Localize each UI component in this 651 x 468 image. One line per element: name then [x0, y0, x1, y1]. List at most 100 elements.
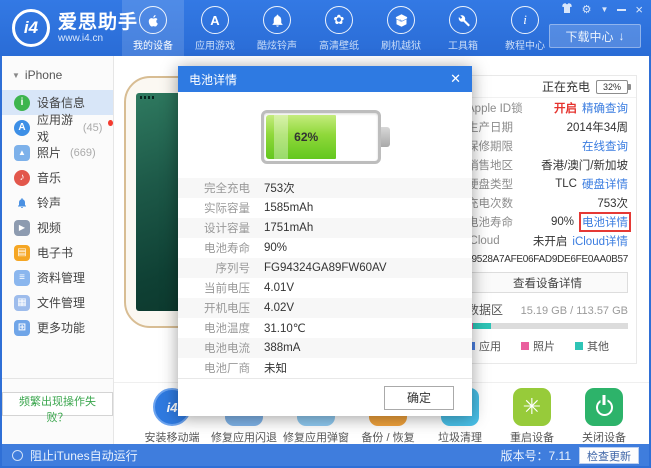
status-bar: 阻止iTunes自动运行 版本号：7.11 检查更新	[2, 444, 649, 466]
photo-icon: ▲	[14, 145, 30, 161]
stat-row-manufacturer: 电池厂商未知	[178, 358, 472, 378]
music-note-icon: ♪	[14, 170, 30, 186]
view-device-details-button[interactable]: 查看设备详情	[467, 272, 628, 293]
operation-failure-help-button[interactable]: 频繁出现操作失败？	[2, 392, 113, 416]
nav-tutorials[interactable]: i 教程中心	[494, 0, 556, 56]
info-icon: i	[511, 6, 539, 34]
stat-row-full-charge: 完全充电753次	[178, 178, 472, 198]
reboot-icon: ✳	[513, 388, 551, 426]
menu-icon[interactable]: ▼	[600, 3, 608, 17]
stat-row-battery-life: 电池寿命90%	[178, 238, 472, 258]
check-update-button[interactable]: 检查更新	[579, 447, 639, 464]
appstore-icon: A	[201, 6, 229, 34]
appstore-icon: A	[14, 120, 30, 136]
nav-ringtones[interactable]: 酷炫铃声	[246, 0, 308, 56]
battery-detail-link[interactable]: 电池详情	[579, 212, 631, 232]
apple-icon	[139, 6, 167, 34]
stat-row-temperature: 电池温度31.10℃	[178, 318, 472, 338]
skin-icon[interactable]	[561, 2, 573, 18]
stat-row-serial-number: 序列号FG94324GA89FW60AV	[178, 258, 472, 278]
battery-graphic: 62%	[178, 92, 472, 174]
info-row-charge-count: 充电次数 753次	[459, 193, 636, 212]
dialog-titlebar[interactable]: 电池详情 ✕	[178, 66, 472, 92]
info-row-production-date: 生产日期 2014年34周	[459, 117, 636, 136]
settings-gear-icon[interactable]: ⚙	[582, 3, 592, 17]
storage-bar	[467, 323, 628, 329]
storage-usage: 15.19 GB / 113.57 GB	[521, 305, 628, 317]
sidebar-item-music[interactable]: ♪ 音乐	[2, 165, 113, 190]
warranty-query-link[interactable]: 在线查询	[582, 138, 628, 154]
notification-dot	[108, 120, 113, 126]
info-row-icloud: iCloud 未开启 iCloud详情	[459, 231, 636, 250]
sidebar-item-ebooks[interactable]: ▤ 电子书	[2, 240, 113, 265]
sidebar-item-data-management[interactable]: ≡ 资料管理	[2, 265, 113, 290]
block-itunes-radio[interactable]	[12, 450, 23, 461]
info-row-udid: 39528A7AFE06FAD9DE6FE0AA0B57	[459, 250, 636, 269]
sidebar-footer: 频繁出现操作失败？	[2, 378, 113, 444]
sidebar-item-ringtones[interactable]: 铃声	[2, 190, 113, 215]
grid-icon: ⊞	[14, 320, 30, 336]
action-power-off-device[interactable]: 关闭设备	[568, 388, 640, 444]
app-logo: i4 爱思助手 www.i4.cn	[12, 9, 138, 47]
info-row-battery-life: 电池寿命 90% 电池详情	[459, 212, 636, 231]
data-card-icon: ≡	[14, 270, 30, 286]
stat-row-boot-voltage: 开机电压4.02V	[178, 298, 472, 318]
battery-terminal	[381, 127, 390, 147]
chevron-down-icon: ▼	[12, 71, 20, 80]
appleid-query-link[interactable]: 精确查询	[582, 100, 628, 116]
storage-segment-other	[473, 323, 491, 329]
stat-row-actual-capacity: 实际容量1585mAh	[178, 198, 472, 218]
dialog-footer: 确定	[178, 378, 472, 416]
bell-icon	[14, 195, 30, 211]
sidebar-item-photos[interactable]: ▲ 照片 (669)	[2, 140, 113, 165]
ok-button[interactable]: 确定	[384, 386, 454, 410]
action-reboot-device[interactable]: ✳ 重启设备	[496, 388, 568, 444]
flower-icon: ✿	[325, 6, 353, 34]
info-row-warranty: 保修期限 在线查询	[459, 136, 636, 155]
sidebar-item-more-features[interactable]: ⊞ 更多功能	[2, 315, 113, 340]
battery-level-icon: 32%	[596, 80, 628, 94]
download-center-button[interactable]: 下载中心 ↓	[549, 24, 641, 48]
storage-legend: 应用 照片 其他	[467, 338, 628, 354]
nav-apps-games[interactable]: A 应用游戏	[184, 0, 246, 56]
book-icon: ▤	[14, 245, 30, 261]
device-info-panel: 正在充电 32% Apple ID锁 开启 精确查询 生产日期 2014年34周…	[458, 75, 637, 364]
stat-row-current: 电池电流388mA	[178, 338, 472, 358]
battery-body: 62%	[261, 110, 381, 164]
nav-flash-jailbreak[interactable]: 刷机越狱	[370, 0, 432, 56]
sidebar-item-videos[interactable]: ▶ 视频	[2, 215, 113, 240]
app-window: i4 爱思助手 www.i4.cn 我的设备 A 应用游戏 酷炫铃声	[0, 0, 651, 468]
battery-percent-label: 62%	[294, 130, 318, 144]
jailbreak-box-icon	[387, 6, 415, 34]
device-info-icon: i	[14, 95, 30, 111]
nav-toolbox[interactable]: 工具箱	[432, 0, 494, 56]
sidebar-item-file-management[interactable]: ▦ 文件管理	[2, 290, 113, 315]
storage-label: 数据区	[467, 301, 503, 318]
minimize-icon[interactable]	[617, 3, 626, 17]
top-navbar: i4 爱思助手 www.i4.cn 我的设备 A 应用游戏 酷炫铃声	[0, 0, 651, 56]
dialog-close-icon[interactable]: ✕	[450, 71, 461, 87]
file-icon: ▦	[14, 295, 30, 311]
i4-logo-icon: i4	[12, 9, 50, 47]
bell-icon	[263, 6, 291, 34]
iphone-status-dots	[140, 96, 156, 99]
nav-my-device[interactable]: 我的设备	[122, 0, 184, 56]
sidebar: ▼ iPhone i 设备信息 A 应用游戏 (45) ▲ 照片 (669) ♪…	[2, 56, 114, 444]
icloud-detail-link[interactable]: iCloud详情	[572, 233, 628, 249]
version-label: 版本号：7.11	[501, 447, 571, 464]
dialog-title: 电池详情	[189, 71, 237, 88]
sidebar-item-apps-games[interactable]: A 应用游戏 (45)	[2, 115, 113, 140]
disk-detail-link[interactable]: 硬盘详情	[582, 176, 628, 192]
storage-section: 数据区 15.19 GB / 113.57 GB 应用 照片 其他	[459, 297, 636, 363]
block-itunes-label: 阻止iTunes自动运行	[30, 447, 138, 464]
charging-status: 正在充电 32%	[459, 76, 636, 98]
info-row-sales-region: 销售地区 香港/澳门/新加坡	[459, 155, 636, 174]
stat-row-current-voltage: 当前电压4.01V	[178, 278, 472, 298]
power-off-icon	[585, 388, 623, 426]
close-icon[interactable]: ×	[635, 3, 643, 17]
legend-other-swatch	[575, 342, 583, 350]
nav-wallpapers[interactable]: ✿ 高清壁纸	[308, 0, 370, 56]
stat-row-design-capacity: 设计容量1751mAh	[178, 218, 472, 238]
window-controls: ⚙ ▼ ×	[561, 3, 643, 17]
device-group-header[interactable]: ▼ iPhone	[2, 56, 113, 90]
